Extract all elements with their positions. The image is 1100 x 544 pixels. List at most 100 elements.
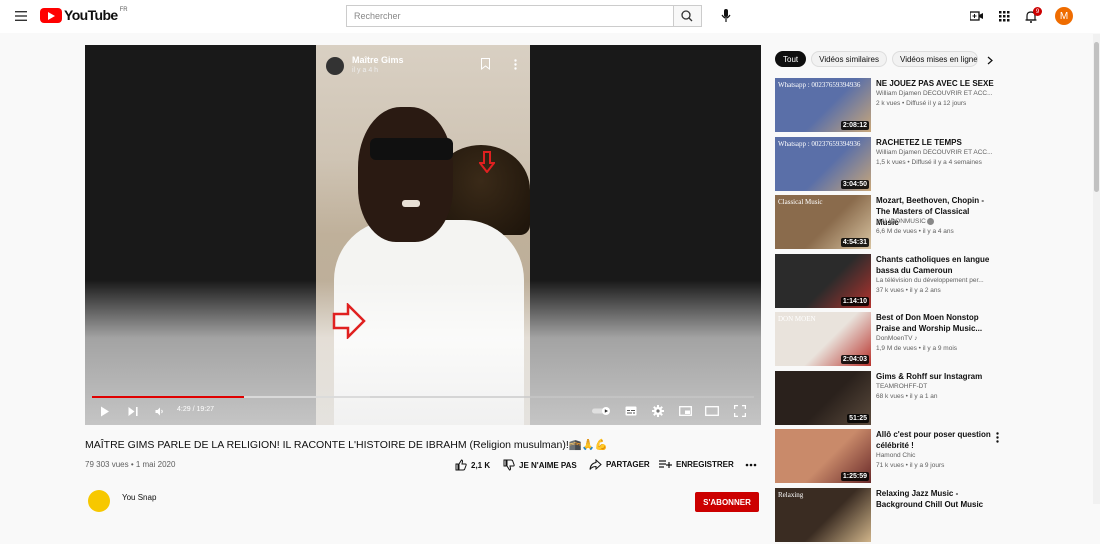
thumbs-down-icon xyxy=(503,459,515,471)
person-mouth xyxy=(402,200,420,207)
rec-more-icon[interactable] xyxy=(994,431,1000,443)
share-icon xyxy=(589,459,602,470)
youtube-logo[interactable]: YouTube FR xyxy=(40,7,128,26)
recommendation-views: 37 k vues • il y a 2 ans xyxy=(876,287,941,294)
recommendation-thumbnail[interactable]: Relaxing xyxy=(775,488,871,542)
theater-mode-icon[interactable] xyxy=(705,405,719,417)
more-actions-icon[interactable] xyxy=(744,460,758,470)
dislike-label: JE N'AIME PAS xyxy=(519,460,577,470)
fullscreen-icon[interactable] xyxy=(733,404,747,418)
logo-country: FR xyxy=(119,7,128,13)
autoplay-toggle-icon[interactable] xyxy=(591,406,613,416)
recommendation-item[interactable]: Whatsapp : 00237659394936 2:08:12 NE JOUEZ… xyxy=(775,78,1085,134)
channel-name[interactable]: You Snap xyxy=(122,493,156,502)
filter-chips: Tout Vidéos similaires Vidéos mises en l… xyxy=(775,51,978,67)
recommendation-thumbnail[interactable]: Whatsapp : 00237659394936 3:04:50 xyxy=(775,137,871,191)
top-bar: YouTube FR Rechercher 9 M xyxy=(0,0,1100,33)
recommendation-views: 1,5 k vues • Diffusé il y a 4 semaines xyxy=(876,159,982,166)
menu-icon[interactable] xyxy=(14,9,28,23)
thumbnail-caption: Whatsapp : 00237659394936 xyxy=(778,140,861,148)
thumbnail-caption: Whatsapp : 00237659394936 xyxy=(778,81,861,89)
recommendation-channel[interactable]: TEAMROHFF-DT xyxy=(876,383,994,390)
recommendation-thumbnail[interactable]: 1:14:10 xyxy=(775,254,871,308)
logo-text: YouTube xyxy=(64,7,118,23)
next-icon[interactable] xyxy=(127,405,139,417)
recommendation-channel[interactable]: DonMoenTV ♪ xyxy=(876,335,994,342)
progress-played xyxy=(92,396,245,398)
snap-channel-name: Maître Gims xyxy=(352,55,404,65)
dislike-button[interactable]: JE N'AIME PAS xyxy=(503,459,577,471)
recommendation-item[interactable]: DON MOEN 2:04:03 Best of Don Moen Nonstop … xyxy=(775,312,1085,368)
recommendation-views: 71 k vues • il y a 9 jours xyxy=(876,462,945,469)
play-icon[interactable] xyxy=(99,405,111,417)
chip-uploads[interactable]: Vidéos mises en ligne xyxy=(892,51,978,67)
miniplayer-icon[interactable] xyxy=(678,405,692,417)
progress-bar[interactable] xyxy=(92,396,754,398)
subscribe-button[interactable]: S'ABONNER xyxy=(695,492,759,512)
video-player[interactable]: Maître Gims il y a 4 h 4:29 / 19:27 xyxy=(85,45,761,425)
settings-gear-icon[interactable] xyxy=(651,404,665,418)
thumbnail-caption: Relaxing xyxy=(778,491,804,499)
like-button[interactable]: 2,1 K xyxy=(455,459,490,471)
duration-badge: 1:14:10 xyxy=(840,297,869,306)
recommendation-title[interactable]: Chants catholiques en langue bassa du Ca… xyxy=(876,254,994,276)
more-vertical-icon xyxy=(511,57,519,71)
scrollbar-thumb[interactable] xyxy=(1094,42,1099,192)
recommendation-item[interactable]: 51:25 Gims & Rohff sur Instagram TEAMROHFF… xyxy=(775,371,1085,427)
red-arrow-down-icon xyxy=(479,151,495,173)
recommendation-item[interactable]: 1:14:10 Chants catholiques en langue bass… xyxy=(775,254,1085,310)
recommendation-item[interactable]: Whatsapp : 00237659394936 3:04:50 RACHETEZ… xyxy=(775,137,1085,193)
recommendation-thumbnail[interactable]: Whatsapp : 00237659394936 2:08:12 xyxy=(775,78,871,132)
search-button[interactable] xyxy=(674,5,702,27)
recommendation-thumbnail[interactable]: Classical Music 4:54:31 xyxy=(775,195,871,249)
volume-icon[interactable] xyxy=(154,406,166,416)
recommendation-thumbnail[interactable]: 1:25:59 xyxy=(775,429,871,483)
like-count: 2,1 K xyxy=(471,460,491,470)
chip-all[interactable]: Tout xyxy=(775,51,807,67)
recommendation-item[interactable]: Classical Music 4:54:31 Mozart, Beethoven,… xyxy=(775,195,1085,251)
save-button[interactable]: ENREGISTRER xyxy=(659,459,734,469)
play-logo-icon xyxy=(40,8,62,23)
recommendation-title[interactable]: Gims & Rohff sur Instagram xyxy=(876,371,994,382)
recommendation-title[interactable]: Relaxing Jazz Music - Background Chill O… xyxy=(876,488,994,510)
thumbnail-caption: Classical Music xyxy=(778,198,823,206)
apps-grid-icon[interactable] xyxy=(998,10,1010,22)
duration-badge: 4:54:31 xyxy=(840,238,869,247)
recommendation-item[interactable]: 1:25:59 Allô c'est pour poser question cé… xyxy=(775,429,1085,485)
red-arrow-right-icon xyxy=(332,303,366,339)
recommendation-channel[interactable]: William Djamen DÉCOUVRIR ET ACC... xyxy=(876,149,994,156)
account-avatar[interactable]: M xyxy=(1055,7,1073,25)
video-meta: 79 303 vues • 1 mai 2020 xyxy=(85,460,176,469)
microphone-icon[interactable] xyxy=(718,8,734,24)
video-title: MAÎTRE GIMS PARLE DE LA RELIGION! IL RAC… xyxy=(85,439,608,451)
time-display: 4:29 / 19:27 xyxy=(177,406,214,413)
recommendation-title[interactable]: Best of Don Moen Nonstop Praise and Wors… xyxy=(876,312,994,334)
recommendation-title[interactable]: NE JOUEZ PAS AVEC LE SEXE xyxy=(876,78,994,89)
search-input[interactable]: Rechercher xyxy=(346,5,674,27)
thumbs-up-icon xyxy=(455,459,467,471)
recommendation-item[interactable]: Relaxing Relaxing Jazz Music - Background… xyxy=(775,488,1085,544)
snap-avatar xyxy=(326,57,344,75)
recommendation-channel[interactable]: William Djamen DÉCOUVRIR ET ACC... xyxy=(876,90,994,97)
create-video-icon[interactable] xyxy=(969,10,983,22)
save-label: ENREGISTRER xyxy=(676,459,734,469)
bookmark-icon xyxy=(479,57,491,71)
recommendation-thumbnail[interactable]: DON MOEN 2:04:03 xyxy=(775,312,871,366)
verified-check-icon xyxy=(927,218,934,225)
recommendation-channel[interactable]: Hamond Chic xyxy=(876,452,994,459)
duration-badge: 3:04:50 xyxy=(840,180,869,189)
recommendation-title[interactable]: RACHETEZ LE TEMPS xyxy=(876,137,994,148)
subtitles-icon[interactable] xyxy=(624,405,638,417)
recommendation-views: 2 k vues • Diffusé il y a 12 jours xyxy=(876,100,967,107)
recommendation-title[interactable]: Allô c'est pour poser question célébrité… xyxy=(876,429,994,451)
recommendation-views: 68 k vues • il y a 1 an xyxy=(876,393,938,400)
chip-similar[interactable]: Vidéos similaires xyxy=(811,51,887,67)
recommendation-channel[interactable]: La télévision du développement per... xyxy=(876,277,994,284)
recommendation-channel[interactable]: HALIDONMUSIC xyxy=(876,218,994,225)
chevron-right-icon[interactable] xyxy=(985,54,995,66)
notification-badge: 9 xyxy=(1033,7,1042,16)
recommendation-thumbnail[interactable]: 51:25 xyxy=(775,371,871,425)
channel-avatar[interactable] xyxy=(88,490,110,512)
share-button[interactable]: PARTAGER xyxy=(589,459,650,470)
recommendation-views: 1,9 M de vues • il y a 9 mois xyxy=(876,345,958,352)
